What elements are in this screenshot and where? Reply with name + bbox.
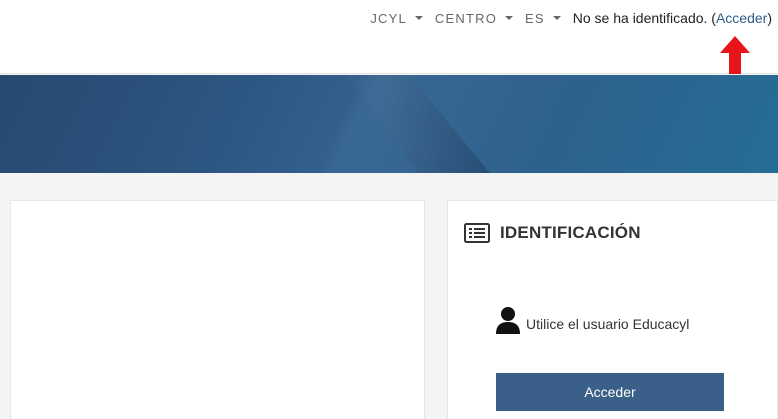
dropdown-language[interactable]: ES (525, 11, 561, 26)
banner-decoration (346, 75, 490, 173)
paren-close: ) (767, 10, 772, 26)
header-banner (0, 75, 778, 173)
login-block-header: IDENTIFICACIÓN (464, 223, 641, 243)
login-block-title: IDENTIFICACIÓN (500, 223, 641, 242)
top-nav-menu: JCYL CENTRO ES No se ha identificado. (A… (370, 10, 772, 26)
login-status-text: No se ha identificado. (572, 10, 708, 26)
dropdown-centro[interactable]: CENTRO (434, 10, 514, 26)
caret-down-icon (552, 16, 561, 20)
user-hint-line: Utilice el usuario Educacyl (496, 306, 689, 334)
list-icon (464, 223, 490, 243)
caret-down-icon (505, 16, 514, 20)
dropdown-jcyl[interactable]: JCYL (370, 11, 423, 26)
login-info: No se ha identificado. (Acceder) (573, 10, 772, 26)
main-content-card (10, 200, 425, 419)
page: JCYL CENTRO ES No se ha identificado. (A… (0, 0, 778, 419)
top-navbar: JCYL CENTRO ES No se ha identificado. (A… (0, 0, 778, 74)
login-block: IDENTIFICACIÓN Utilice el usuario Educac… (447, 200, 778, 419)
user-icon (496, 307, 520, 334)
dropdown-language-label: ES (525, 10, 545, 26)
login-link[interactable]: Acceder (716, 10, 767, 26)
annotation-arrow-up-icon (720, 36, 750, 74)
user-hint-text: Utilice el usuario Educacyl (526, 316, 690, 332)
login-button[interactable]: Acceder (496, 373, 724, 411)
caret-down-icon (414, 16, 423, 20)
dropdown-jcyl-label: JCYL (370, 10, 407, 26)
dropdown-centro-label: CENTRO (434, 10, 498, 26)
